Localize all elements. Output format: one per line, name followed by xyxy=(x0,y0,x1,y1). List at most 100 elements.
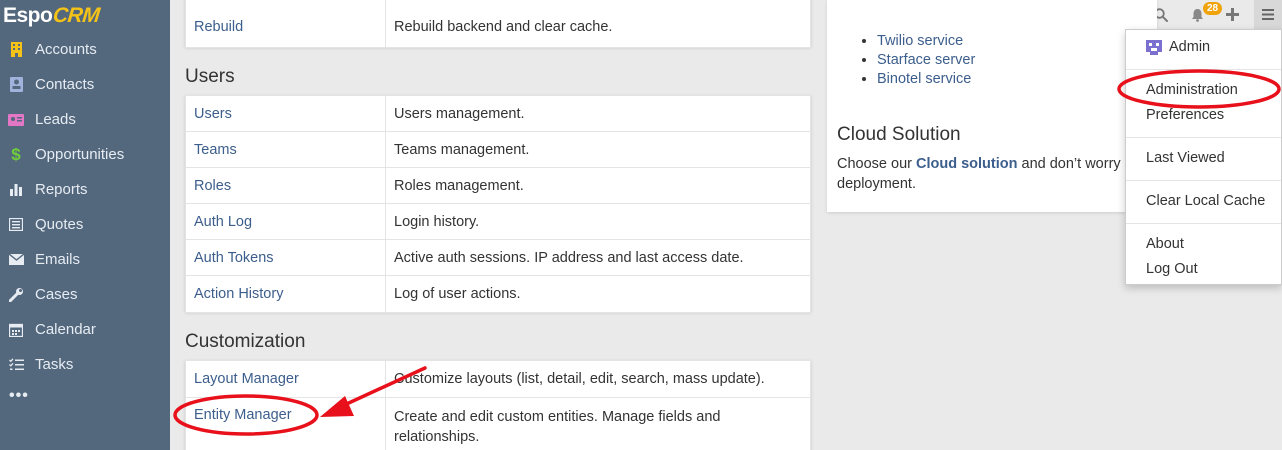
info-panel: Twilio service Starface server Binotel s… xyxy=(827,0,1157,212)
sidebar-item-label: Accounts xyxy=(35,41,97,58)
menu-divider xyxy=(1126,137,1281,138)
auth-log-description: Login history. xyxy=(385,203,811,240)
customization-section-title: Customization xyxy=(185,331,306,352)
table-row: Teams Teams management. xyxy=(185,131,811,168)
list-item: Binotel service xyxy=(877,70,975,89)
dollar-icon: $ xyxy=(11,144,21,164)
teams-link[interactable]: Teams xyxy=(194,142,237,158)
layout-manager-link[interactable]: Layout Manager xyxy=(194,371,299,387)
users-link[interactable]: Users xyxy=(194,106,232,122)
table-row: Layout Manager Customize layouts (list, d… xyxy=(185,360,811,398)
roles-link[interactable]: Roles xyxy=(194,178,231,194)
table-row: Auth Tokens Active auth sessions. IP addr… xyxy=(185,239,811,276)
users-table: Users Users management. Teams Teams manage… xyxy=(185,95,811,313)
table-row: Rebuild Rebuild backend and clear cache. xyxy=(185,0,811,48)
layout-manager-cell: Layout Manager xyxy=(185,360,386,398)
sidebar-item-accounts[interactable]: Accounts xyxy=(0,32,170,67)
sidebar-item-calendar[interactable]: Calendar xyxy=(0,312,170,347)
notification-count-badge: 28 xyxy=(1203,2,1223,15)
sidebar-item-leads[interactable]: Leads xyxy=(0,102,170,137)
main-menu-button[interactable] xyxy=(1254,0,1282,29)
menu-divider xyxy=(1126,69,1281,70)
action-history-link[interactable]: Action History xyxy=(194,286,283,302)
sidebar-item-cases[interactable]: Cases xyxy=(0,277,170,312)
teams-cell: Teams xyxy=(185,131,386,168)
users-section-title: Users xyxy=(185,66,235,87)
auth-tokens-link[interactable]: Auth Tokens xyxy=(194,250,274,266)
entity-manager-description: Create and edit custom entities. Manage … xyxy=(385,397,811,450)
layout-manager-description: Customize layouts (list, detail, edit, s… xyxy=(385,360,811,398)
plus-icon xyxy=(1225,8,1239,21)
menu-item-last-viewed[interactable]: Last Viewed xyxy=(1146,150,1225,166)
auth-tokens-description: Active auth sessions. IP address and las… xyxy=(385,239,811,276)
sidebar-item-contacts[interactable]: Contacts xyxy=(0,67,170,102)
calendar-icon xyxy=(8,322,24,338)
menu-item-preferences[interactable]: Preferences xyxy=(1146,107,1224,123)
user-dropdown-menu: Admin Administration Preferences Last Vi… xyxy=(1125,29,1282,285)
sidebar-item-tasks[interactable]: Tasks xyxy=(0,347,170,382)
sidebar-item-reports[interactable]: Reports xyxy=(0,172,170,207)
tasks-icon xyxy=(8,357,24,373)
espocrm-logo[interactable]: Espo CRM xyxy=(0,0,170,32)
binotel-link[interactable]: Binotel service xyxy=(877,71,971,87)
sidebar-item-emails[interactable]: Emails xyxy=(0,242,170,277)
cloud-solution-title: Cloud Solution xyxy=(837,124,961,145)
menu-item-admin[interactable]: Admin xyxy=(1146,39,1210,55)
sidebar-item-label: Calendar xyxy=(35,321,96,338)
sidebar-more-button[interactable]: ••• xyxy=(0,386,170,406)
menu-item-log-out[interactable]: Log Out xyxy=(1146,261,1198,277)
sidebar-item-label: Quotes xyxy=(35,216,84,233)
logo-espo-text: Espo xyxy=(3,4,53,27)
menu-item-about[interactable]: About xyxy=(1146,236,1184,252)
quick-create-button[interactable] xyxy=(1221,0,1243,29)
list-item: Twilio service xyxy=(877,32,975,51)
auth-log-cell: Auth Log xyxy=(185,203,386,240)
starface-link[interactable]: Starface server xyxy=(877,52,975,68)
sidebar-item-label: Contacts xyxy=(35,76,95,93)
contact-card-icon xyxy=(8,77,24,93)
cloud-text-after: and don’t worry a xyxy=(1017,156,1133,172)
table-row: Users Users management. xyxy=(185,95,811,132)
system-panel: Rebuild Rebuild backend and clear cache. xyxy=(185,0,811,48)
entity-manager-cell: Entity Manager xyxy=(185,397,386,450)
list-item: Starface server xyxy=(877,51,975,70)
users-description: Users management. xyxy=(385,95,811,132)
auth-log-link[interactable]: Auth Log xyxy=(194,214,252,230)
sidebar: Espo CRM Accounts Contacts Leads $ Opport… xyxy=(0,0,170,450)
envelope-icon xyxy=(8,252,24,268)
twilio-link[interactable]: Twilio service xyxy=(877,33,963,49)
users-cell: Users xyxy=(185,95,386,132)
bar-chart-icon xyxy=(8,182,24,198)
menu-item-clear-local-cache[interactable]: Clear Local Cache xyxy=(1146,193,1265,209)
rebuild-link[interactable]: Rebuild xyxy=(194,19,243,35)
customization-panel: Layout Manager Customize layouts (list, d… xyxy=(185,360,811,450)
cloud-solution-link[interactable]: Cloud solution xyxy=(916,156,1017,172)
table-row: Roles Roles management. xyxy=(185,167,811,204)
entity-manager-link[interactable]: Entity Manager xyxy=(194,407,292,423)
cloud-text-before: Choose our xyxy=(837,156,916,172)
roles-description: Roles management. xyxy=(385,167,811,204)
sidebar-item-label: Tasks xyxy=(35,356,74,373)
menu-divider xyxy=(1126,223,1281,224)
sidebar-item-label: Opportunities xyxy=(35,146,125,163)
bell-icon xyxy=(1191,8,1203,22)
action-history-cell: Action History xyxy=(185,275,386,313)
list-box-icon xyxy=(8,217,24,233)
building-icon xyxy=(8,42,24,58)
table-row: Entity Manager Create and edit custom ent… xyxy=(185,397,811,450)
action-history-description: Log of user actions. xyxy=(385,275,811,313)
sidebar-item-label: Leads xyxy=(35,111,76,128)
user-avatar-icon xyxy=(1146,39,1162,55)
rebuild-description: Rebuild backend and clear cache. xyxy=(385,0,811,48)
sidebar-item-opportunities[interactable]: $ Opportunities xyxy=(0,137,170,172)
sidebar-item-label: Emails xyxy=(35,251,81,268)
cloud-text-line: Choose our Cloud solution and don’t worr… xyxy=(837,154,1157,174)
menu-divider xyxy=(1126,180,1281,181)
sidebar-item-quotes[interactable]: Quotes xyxy=(0,207,170,242)
system-table: Rebuild Rebuild backend and clear cache. xyxy=(185,0,811,48)
hamburger-icon xyxy=(1262,9,1274,20)
logo-crm-text: CRM xyxy=(52,4,101,27)
rebuild-cell: Rebuild xyxy=(185,0,386,48)
menu-item-administration[interactable]: Administration xyxy=(1146,82,1238,98)
integrations-list: Twilio service Starface server Binotel s… xyxy=(877,32,975,89)
